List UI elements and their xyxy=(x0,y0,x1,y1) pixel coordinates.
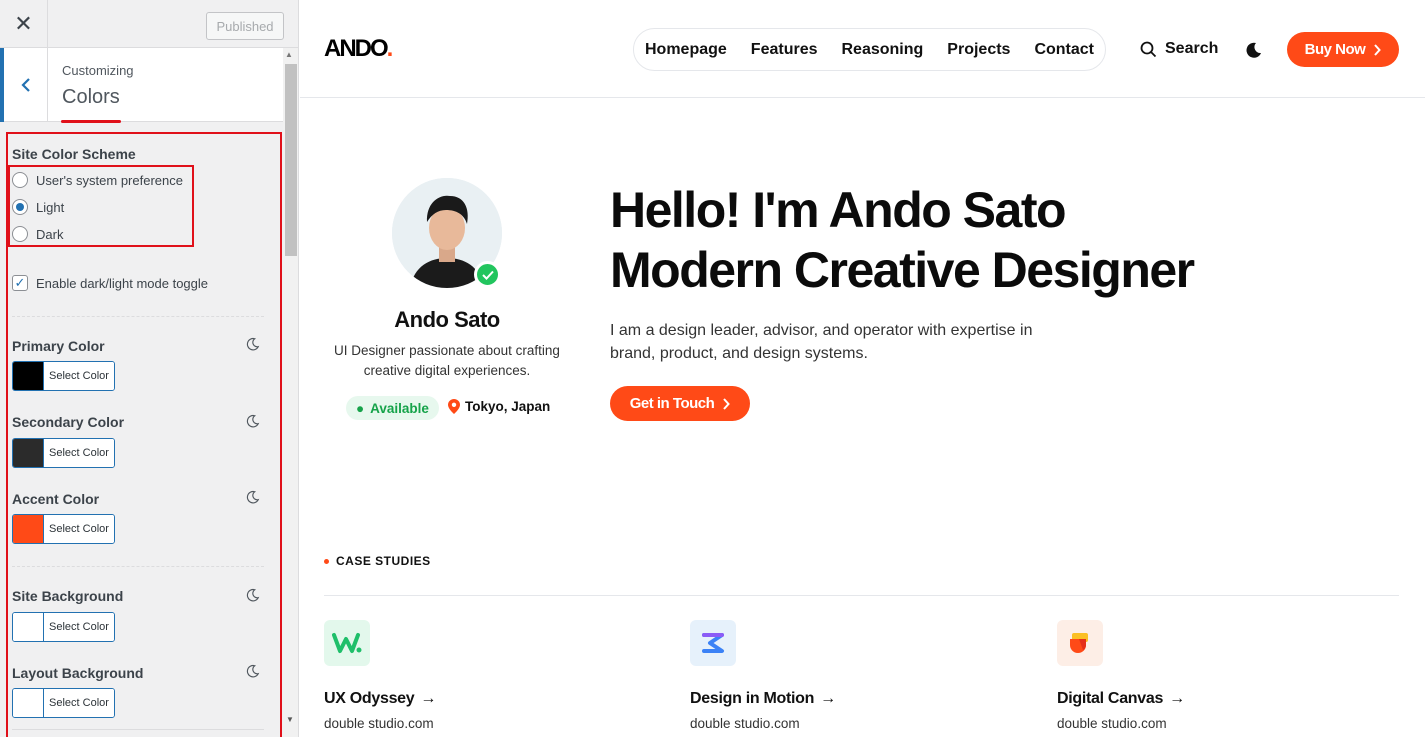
main-nav: Homepage Features Reasoning Projects Con… xyxy=(633,28,1106,71)
ux-odyssey-logo-icon xyxy=(324,620,370,666)
case-study-card[interactable]: Design in Motion → double studio.com xyxy=(690,620,990,731)
site-header: ANDO. Homepage Features Reasoning Projec… xyxy=(300,0,1425,98)
chevron-right-icon xyxy=(1374,43,1382,56)
case-study-card[interactable]: UX Odyssey → double studio.com xyxy=(324,620,624,731)
location-label: Tokyo, Japan xyxy=(465,399,551,414)
arrow-right-icon: → xyxy=(1169,690,1185,707)
site-logo[interactable]: ANDO. xyxy=(324,35,394,63)
close-icon[interactable]: ✕ xyxy=(0,0,48,48)
case-study-title: Design in Motion → xyxy=(690,690,990,708)
get-in-touch-button[interactable]: Get in Touch xyxy=(610,386,750,421)
search-button[interactable]: Search xyxy=(1140,40,1218,58)
buy-now-button[interactable]: Buy Now xyxy=(1287,32,1399,67)
case-study-title: Digital Canvas → xyxy=(1057,690,1357,708)
case-study-subtitle: double studio.com xyxy=(1057,716,1167,731)
scroll-up-icon[interactable]: ▲ xyxy=(285,50,293,59)
section-title: Colors xyxy=(62,86,120,108)
cta-label: Get in Touch xyxy=(629,395,715,412)
scrollbar-thumb[interactable] xyxy=(285,64,297,256)
arrow-right-icon: → xyxy=(420,690,437,707)
highlight-annotation-box xyxy=(8,165,194,247)
case-study-subtitle: double studio.com xyxy=(690,716,800,731)
nav-reasoning[interactable]: Reasoning xyxy=(842,41,924,59)
back-button[interactable] xyxy=(0,48,48,122)
search-label: Search xyxy=(1165,40,1219,57)
search-icon xyxy=(1140,41,1157,57)
section-breadcrumb: Customizing xyxy=(62,63,134,78)
scroll-down-icon[interactable]: ▼ xyxy=(286,715,294,724)
site-preview: ANDO. Homepage Features Reasoning Projec… xyxy=(300,0,1425,737)
case-study-subtitle: double studio.com xyxy=(324,716,434,731)
hero-title-line: Hello! I'm Ando Sato xyxy=(610,182,1067,238)
case-title-text: Design in Motion xyxy=(690,690,815,707)
publish-button[interactable]: Published xyxy=(206,12,284,40)
hero-description: I am a design leader, advisor, and opera… xyxy=(610,322,1033,362)
case-title-text: UX Odyssey xyxy=(324,690,415,707)
map-pin-icon xyxy=(448,399,460,414)
case-title-text: Digital Canvas xyxy=(1057,690,1164,707)
nav-contact[interactable]: Contact xyxy=(1034,41,1094,59)
nav-projects[interactable]: Projects xyxy=(947,41,1010,59)
chevron-right-icon xyxy=(723,397,731,410)
customizer-topbar: ✕ Published xyxy=(0,0,298,48)
digital-canvas-logo-icon xyxy=(1057,620,1103,666)
status-badge: ● Available xyxy=(346,396,439,420)
location: Tokyo, Japan xyxy=(448,399,550,414)
case-study-title: UX Odyssey → xyxy=(324,690,624,708)
title-underline-annotation xyxy=(61,120,121,123)
status-label: Available xyxy=(370,400,429,416)
hero-title-line: Modern Creative Designer xyxy=(610,242,1195,298)
case-studies-heading: CASE STUDIES xyxy=(336,554,431,568)
logo-dot: . xyxy=(386,35,394,62)
arrow-right-icon: → xyxy=(820,690,836,707)
verified-check-icon xyxy=(474,261,501,288)
nav-homepage[interactable]: Homepage xyxy=(645,41,727,59)
chevron-left-icon xyxy=(20,78,30,92)
bullet-dot-icon xyxy=(324,558,329,564)
section-header: Customizing Colors xyxy=(0,48,283,123)
profile-name: Ando Sato xyxy=(394,307,500,332)
nav-features[interactable]: Features xyxy=(751,41,818,59)
design-in-motion-logo-icon xyxy=(690,620,736,666)
profile-bio: UI Designer passionate about crafting cr… xyxy=(334,343,560,378)
logo-text: ANDO xyxy=(324,35,389,62)
customizer-sidebar: ✕ Published Customizing Colors ▲ ▼ Site … xyxy=(0,0,299,737)
case-study-card[interactable]: Digital Canvas → double studio.com xyxy=(1057,620,1357,731)
buy-now-label: Buy Now xyxy=(1304,41,1366,58)
hero-title: Hello! I'm Ando Sato Modern Creative Des… xyxy=(610,180,1310,300)
status-dot-icon: ● xyxy=(356,400,365,416)
moon-icon[interactable] xyxy=(1244,40,1264,60)
divider xyxy=(324,595,1399,596)
case-studies-label: CASE STUDIES xyxy=(324,554,431,568)
